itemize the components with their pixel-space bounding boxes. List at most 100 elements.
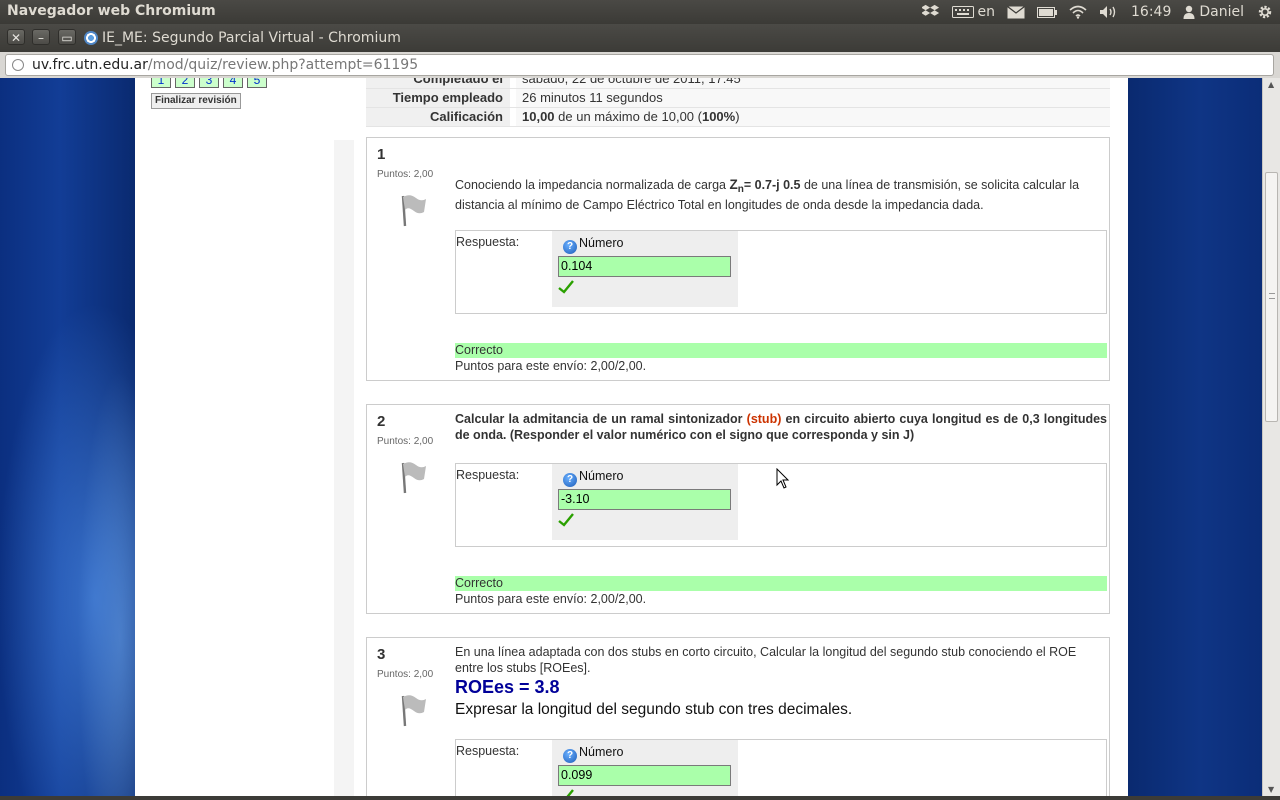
correct-check-icon [566,789,574,796]
question-points: Puntos: 2,00 [377,669,434,680]
stub-highlight: (stub) [746,412,782,426]
close-icon: ✕ [10,31,22,45]
scrollbar-grip [1269,293,1275,299]
summary-row-grade: Calificación 10,00 de un máximo de 10,00… [366,108,1110,127]
url-host: uv.frc.utn.edu.ar [32,57,148,73]
summary-value: sábado, 22 de octubre de 2011, 17:45 [516,78,1110,88]
mail-icon[interactable] [1007,5,1025,19]
quiz-nav-button-3[interactable]: 3 [199,78,219,88]
maximize-window-button[interactable]: ▭ [58,29,76,45]
correct-check-icon [558,280,574,294]
active-app-name: Navegador web Chromium [7,3,216,19]
minimize-icon: – [38,31,44,45]
scroll-down-icon[interactable]: ▼ [1268,785,1274,794]
question-text: Conociendo la impedancia normalizada de … [455,176,1107,214]
summary-value: 10,00 de un máximo de 10,00 (100%) [516,108,1110,126]
summary-label: Completado el [366,78,510,88]
answer-block: Respuesta: ? Número 0.104 [455,230,1107,314]
correct-check-icon [558,513,574,527]
answer-panel: ? Número -3.10 [552,464,738,540]
user-menu[interactable]: Daniel [1183,4,1244,20]
address-text[interactable]: uv.frc.utn.edu.ar/mod/quiz/review.php?at… [32,55,418,75]
question-1: 1 Puntos: 2,00 Conociendo la impedancia … [366,137,1110,381]
vertical-scrollbar[interactable]: ▲ ▼ [1262,78,1280,796]
answer-label: Respuesta: [456,744,520,758]
question-3: 3 Puntos: 2,00 En una línea adaptada con… [366,637,1110,796]
window-titlebar: ✕ – ▭ IE_ME: Segundo Parcial Virtual - C… [0,24,1280,52]
feedback-correct: Correcto [455,343,1107,358]
summary-value: 26 minutos 11 segundos [516,89,1110,107]
question-text-part: Conociendo la impedancia normalizada de … [455,178,730,192]
question-2: 2 Puntos: 2,00 Calcular la admitancia de… [366,404,1110,614]
feedback-correct: Correcto [455,576,1107,591]
clock[interactable]: 16:49 [1131,4,1171,20]
scroll-up-icon[interactable]: ▲ [1268,80,1274,89]
quiz-nav-button-5[interactable]: 5 [247,78,267,88]
question-text: Calcular la admitancia de un ramal sinto… [455,411,1107,443]
question-points: Puntos: 2,00 [377,169,434,180]
dropbox-icon[interactable] [921,4,940,20]
help-icon[interactable]: ? [563,749,577,763]
scrollbar-thumb[interactable] [1265,172,1278,422]
grade-value: 10,00 [522,109,555,124]
summary-label: Tiempo empleado [366,89,510,107]
url-path: /mod/quiz/review.php?attempt=61195 [147,57,419,73]
user-name: Daniel [1199,4,1244,20]
flag-icon[interactable] [398,192,428,228]
content-divider [334,140,354,796]
minimize-window-button[interactable]: – [32,29,50,45]
user-icon [1183,5,1195,19]
globe-icon [12,59,24,71]
marks-text: Puntos para este envío: 2,00/2,00. [455,592,647,606]
quiz-nav-button-1[interactable]: 1 [151,78,171,88]
keyboard-layout-label: en [977,4,996,20]
help-icon[interactable]: ? [563,473,577,487]
help-icon[interactable]: ? [563,240,577,254]
summary-row-completed: Completado el sábado, 22 de octubre de 2… [366,78,1110,89]
answer-field[interactable]: 0.099 [558,765,731,786]
impedance-value: = 0.7-j 0.5 [743,178,801,192]
finish-review-button[interactable]: Finalizar revisión [151,93,241,109]
keyboard-icon [951,6,974,18]
question-instruction: Expresar la longitud del segundo stub co… [455,701,853,718]
grade-max: de un máximo de 10,00 ( [554,109,702,124]
system-tray: en 16:49 Daniel [921,0,1280,24]
mouse-cursor-icon [776,468,790,489]
quiz-nav-button-4[interactable]: 4 [223,78,243,88]
question-number: 1 [377,146,386,163]
marks-text: Puntos para este envío: 2,00/2,00. [455,359,647,373]
volume-icon[interactable] [1099,5,1119,19]
impedance-subscript: n [737,184,744,195]
page-content: 1 2 3 4 5 Finalizar revisión Completado … [135,78,1128,796]
wifi-icon[interactable] [1069,5,1087,19]
chromium-favicon-icon [84,31,98,45]
quiz-nav-button-2[interactable]: 2 [175,78,195,88]
answer-block: Respuesta: ? Número 0.099 [455,739,1107,796]
maximize-icon: ▭ [61,31,73,45]
answer-field[interactable]: -3.10 [558,489,731,510]
number-label: Número [579,469,624,483]
gear-icon[interactable] [1256,3,1274,21]
attempt-summary-table: Completado el sábado, 22 de octubre de 2… [366,78,1110,127]
impedance-symbol: Z [729,177,738,192]
system-top-panel: Navegador web Chromium en 16:49 Daniel [0,0,1280,24]
answer-field[interactable]: 0.104 [558,256,731,277]
question-points: Puntos: 2,00 [377,436,434,447]
close-window-button[interactable]: ✕ [7,29,25,45]
grade-close: ) [735,109,740,124]
battery-icon[interactable] [1037,6,1058,18]
summary-label: Calificación [366,108,510,126]
number-label: Número [579,745,624,759]
number-label: Número [579,236,624,250]
flag-icon[interactable] [398,692,428,728]
answer-label: Respuesta: [456,235,520,249]
answer-label: Respuesta: [456,468,520,482]
summary-row-time: Tiempo empleado 26 minutos 11 segundos [366,89,1110,108]
question-number: 2 [377,413,386,430]
question-text-part: Calcular la admitancia de un ramal sinto… [455,412,747,426]
answer-panel: ? Número 0.104 [552,231,738,307]
flag-icon[interactable] [398,459,428,495]
keyboard-layout-indicator[interactable]: en [951,4,996,20]
address-bar[interactable]: uv.frc.utn.edu.ar/mod/quiz/review.php?at… [5,54,1274,76]
question-number: 3 [377,646,386,663]
